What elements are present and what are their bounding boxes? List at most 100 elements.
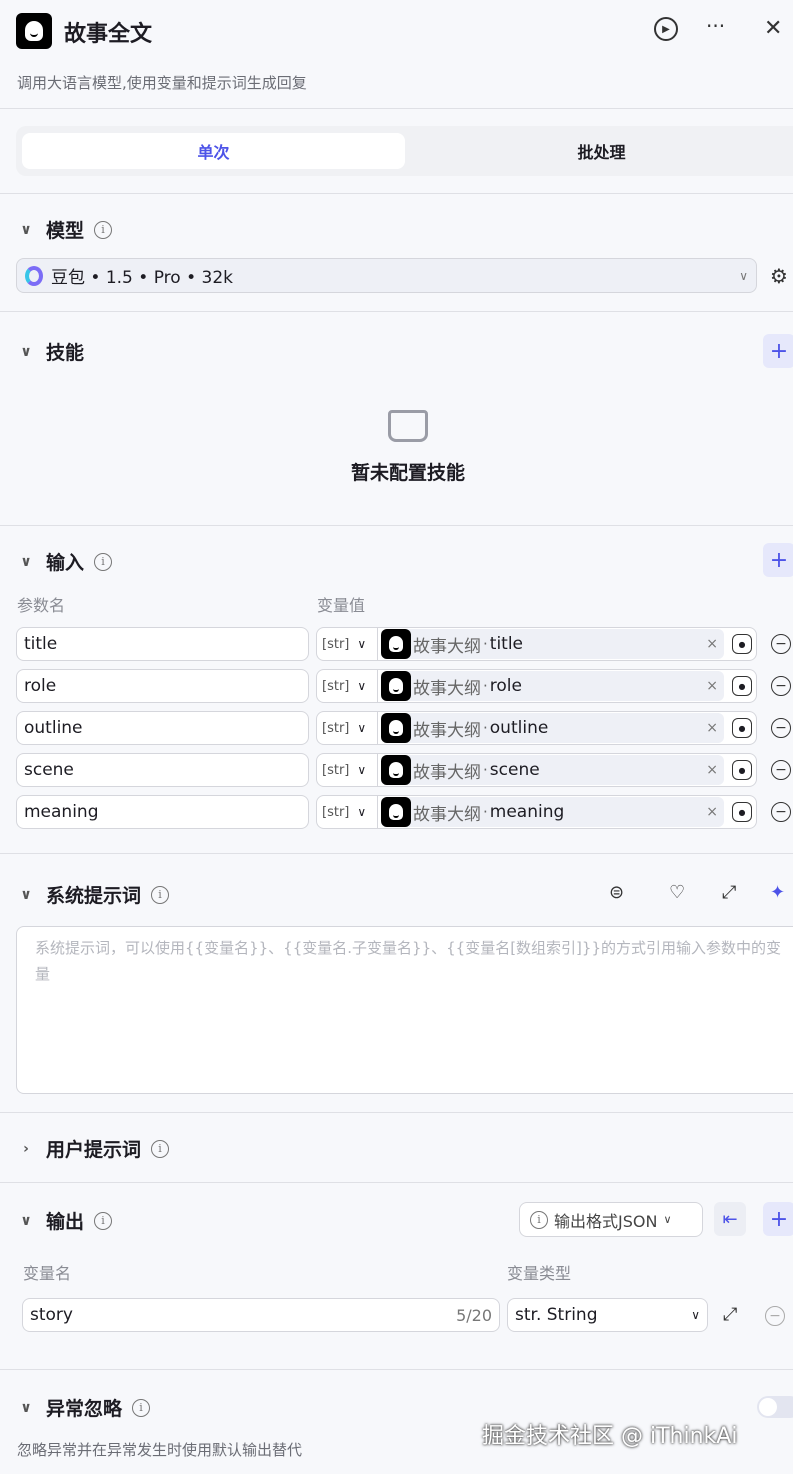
param-name-input[interactable]: role — [16, 669, 309, 703]
source-node-icon — [381, 629, 411, 659]
system-prompt-textarea[interactable]: 系统提示词，可以使用{{变量名}}、{{变量名.子变量名}}、{{变量名[数组索… — [16, 926, 793, 1094]
node-title[interactable]: 故事全文 — [64, 16, 152, 48]
system-prompt-section-header[interactable]: ∨ 系统提示词 i — [16, 881, 170, 908]
close-icon[interactable]: ✕ — [764, 16, 782, 41]
user-prompt-section-header[interactable]: › 用户提示词 i — [16, 1135, 170, 1162]
param-name-input[interactable]: outline — [16, 711, 309, 745]
char-count: 5/20 — [456, 1305, 492, 1325]
param-name-input[interactable]: scene — [16, 753, 309, 787]
chevron-down-icon: ∨ — [20, 553, 32, 570]
node-logo — [16, 13, 52, 49]
clear-icon[interactable]: × — [706, 678, 718, 694]
add-output-button[interactable]: + — [763, 1202, 793, 1236]
param-name-input[interactable]: title — [16, 627, 309, 661]
type-select[interactable]: [str] ∨ — [317, 670, 378, 702]
skills-section-header[interactable]: ∨ 技能 — [16, 338, 84, 365]
clear-icon[interactable]: × — [706, 720, 718, 736]
exception-section-header[interactable]: ∨ 异常忽略 i — [16, 1394, 151, 1421]
info-icon: i — [530, 1210, 548, 1229]
expand-icon[interactable]: ⤢ — [723, 1304, 737, 1325]
variable-picker-icon[interactable]: ● — [732, 760, 752, 780]
separator: · — [483, 803, 488, 821]
remove-input-icon[interactable]: − — [771, 718, 791, 738]
type-tag: [str] — [322, 678, 350, 694]
exception-toggle[interactable] — [757, 1396, 793, 1418]
type-select[interactable]: [str] ∨ — [317, 754, 378, 786]
output-type-select[interactable]: str. String ∨ — [507, 1298, 708, 1332]
remove-input-icon[interactable]: − — [771, 634, 791, 654]
remove-output-icon[interactable]: − — [765, 1306, 785, 1326]
clear-icon[interactable]: × — [706, 804, 718, 820]
separator: · — [483, 635, 488, 653]
source-node-icon — [381, 755, 411, 785]
variable-picker-icon[interactable]: ● — [732, 802, 752, 822]
variable-picker-icon[interactable]: ● — [732, 718, 752, 738]
chevron-down-icon: ∨ — [357, 637, 367, 651]
chevron-right-icon: › — [23, 1140, 29, 1157]
variable-picker-icon[interactable]: ● — [732, 634, 752, 654]
model-section-header[interactable]: ∨ 模型 i — [16, 216, 113, 243]
node-description: 调用大语言模型,使用变量和提示词生成回复 — [17, 74, 307, 92]
type-select[interactable]: [str] ∨ — [317, 628, 378, 660]
remove-input-icon[interactable]: − — [771, 676, 791, 696]
lightbulb-icon[interactable]: ♡ — [669, 882, 685, 903]
model-select[interactable]: 豆包 • 1.5 • Pro • 32k ∨ — [16, 258, 757, 293]
info-icon: i — [151, 1139, 170, 1158]
variable-reference-chip[interactable]: 故事大纲 · meaning × — [381, 797, 724, 827]
output-section-header[interactable]: ∨ 输出 i — [16, 1207, 113, 1234]
source-node-name: 故事大纲 — [413, 678, 481, 699]
info-icon: i — [94, 552, 113, 571]
more-icon[interactable]: ··· — [706, 14, 725, 38]
param-value-field: [str] ∨ 故事大纲 · outline × ● — [316, 711, 757, 745]
variable-picker-icon[interactable]: ● — [732, 676, 752, 696]
info-icon: i — [94, 220, 113, 239]
expand-icon[interactable]: ⤢ — [722, 882, 736, 903]
watermark: 掘金技术社区 @ iThinkAi — [482, 1424, 738, 1449]
param-value-field: [str] ∨ 故事大纲 · title × ● — [316, 627, 757, 661]
output-format-select[interactable]: i 输出格式JSON ∨ — [519, 1202, 703, 1237]
variable-reference-chip[interactable]: 故事大纲 · title × — [381, 629, 724, 659]
source-node-name: 故事大纲 — [413, 804, 481, 825]
input-section-header[interactable]: ∨ 输入 i — [16, 548, 113, 575]
output-var-name-input[interactable]: story 5/20 — [22, 1298, 500, 1332]
remove-input-icon[interactable]: − — [771, 802, 791, 822]
column-header-var-type: 变量类型 — [507, 1264, 572, 1283]
param-name: outline — [24, 718, 83, 738]
add-skill-button[interactable]: + — [763, 334, 793, 368]
add-input-button[interactable]: + — [763, 543, 793, 577]
ai-sparkle-icon[interactable]: ✦ — [770, 882, 785, 903]
variable-reference-chip[interactable]: 故事大纲 · outline × — [381, 713, 724, 743]
section-title: 模型 — [46, 220, 85, 242]
column-header-var-name: 变量名 — [23, 1264, 72, 1283]
param-name-input[interactable]: meaning — [16, 795, 309, 829]
separator: · — [483, 761, 488, 779]
variable-reference-chip[interactable]: 故事大纲 · role × — [381, 671, 724, 701]
chevron-down-icon: ∨ — [357, 763, 367, 777]
chevron-down-icon: ∨ — [357, 805, 367, 819]
chevron-down-icon: ∨ — [20, 1212, 32, 1229]
type-select[interactable]: [str] ∨ — [317, 712, 378, 744]
param-name: role — [24, 676, 57, 696]
chevron-down-icon: ∨ — [20, 1399, 32, 1416]
gear-icon[interactable]: ⚙ — [770, 264, 788, 288]
clear-icon[interactable]: × — [706, 762, 718, 778]
tab-single[interactable]: 单次 — [22, 133, 405, 169]
chevron-down-icon: ∨ — [357, 679, 367, 693]
clear-icon[interactable]: × — [706, 636, 718, 652]
tab-batch[interactable]: 批处理 — [410, 133, 793, 169]
import-icon[interactable]: ⇤ — [714, 1202, 746, 1236]
type-select[interactable]: [str] ∨ — [317, 796, 378, 828]
remove-input-icon[interactable]: − — [771, 760, 791, 780]
ref-variable-name: scene — [489, 760, 540, 780]
model-value: 豆包 • 1.5 • Pro • 32k — [51, 268, 233, 288]
ref-variable-name: meaning — [489, 802, 565, 822]
prompt-library-icon[interactable]: ⊜ — [609, 882, 624, 903]
chevron-down-icon: ∨ — [20, 886, 32, 903]
info-icon: i — [151, 885, 170, 904]
section-title: 系统提示词 — [46, 885, 142, 907]
run-icon[interactable]: ▶ — [654, 17, 678, 41]
source-node-icon — [381, 671, 411, 701]
section-title: 输出 — [46, 1211, 85, 1233]
ref-variable-name: title — [489, 634, 524, 654]
variable-reference-chip[interactable]: 故事大纲 · scene × — [381, 755, 724, 785]
